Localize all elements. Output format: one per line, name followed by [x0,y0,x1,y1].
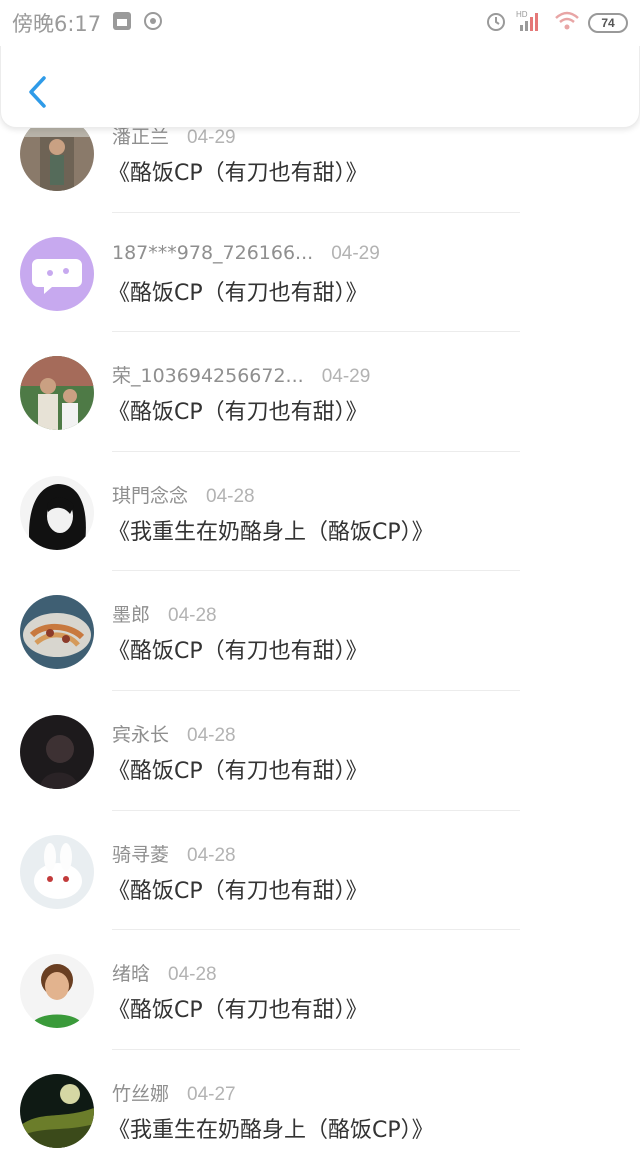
list-item[interactable]: 荣_103694256672... 04-29 《酪饭CP（有刀也有甜）》 [0,332,640,452]
alarm-icon [484,9,508,37]
photo-avatar-icon [20,954,94,1029]
commenter-name[interactable]: 宾永长 [112,720,169,747]
comment-date: 04-28 [187,724,236,746]
commenter-name[interactable]: 竹丝娜 [112,1079,169,1106]
back-button[interactable] [19,72,55,112]
network-label: HD [516,10,528,19]
story-title[interactable]: 《我重生在奶酪身上（酪饭CP）》 [108,514,434,546]
story-title[interactable]: 《酪饭CP（有刀也有甜）》 [108,155,368,187]
avatar[interactable] [20,834,94,909]
avatar[interactable] [20,595,94,670]
story-title[interactable]: 《酪饭CP（有刀也有甜）》 [108,992,368,1024]
sim-icon [111,10,133,36]
chevron-left-icon [29,76,46,108]
comment-date: 04-28 [168,964,217,986]
chat-bubble-icon [20,236,94,311]
list-item[interactable]: 187***978_726166... 04-29 《酪饭CP（有刀也有甜）》 [0,213,640,333]
comment-date: 04-28 [206,485,255,507]
battery-indicator: 74 [588,13,628,33]
photo-avatar-icon [20,356,94,431]
avatar[interactable] [20,954,94,1029]
avatar[interactable] [20,1073,94,1148]
commenter-name[interactable]: 墨郎 [112,600,150,627]
status-time: 傍晚6:17 [12,12,102,36]
list-item[interactable]: 宾永长 04-28 《酪饭CP（有刀也有甜）》 [0,691,640,811]
notification-icon [143,10,165,36]
header-bar [0,46,640,128]
list-item[interactable]: 墨郎 04-28 《酪饭CP（有刀也有甜）》 [0,571,640,691]
comment-date: 04-29 [331,242,380,264]
story-title[interactable]: 《我重生在奶酪身上（酪饭CP）》 [108,1112,434,1144]
avatar[interactable] [20,236,94,311]
comment-date: 04-27 [187,1083,236,1105]
rabbit-photo-icon [20,834,94,909]
comment-date: 04-29 [187,127,236,148]
photo-avatar-icon [20,595,94,670]
comment-date: 04-28 [187,844,236,866]
commenter-name[interactable]: 骑寻菱 [112,840,169,867]
commenter-name[interactable]: 荣_103694256672... [112,361,304,388]
avatar[interactable] [20,117,94,191]
story-title[interactable]: 《酪饭CP（有刀也有甜）》 [108,873,368,905]
avatar[interactable] [20,356,94,431]
avatar[interactable] [20,475,94,550]
comment-list: 潘正兰 04-29 《酪饭CP（有刀也有甜）》 187***978_726166.… [0,93,640,1169]
photo-avatar-icon [20,475,94,550]
list-item[interactable]: 绪晗 04-28 《酪饭CP（有刀也有甜）》 [0,930,640,1050]
list-item[interactable]: 琪門念念 04-28 《我重生在奶酪身上（酪饭CP）》 [0,452,640,572]
list-item[interactable]: 竹丝娜 04-27 《我重生在奶酪身上（酪饭CP）》 [0,1050,640,1169]
wifi-icon [554,10,580,36]
comment-date: 04-28 [168,605,217,627]
story-title[interactable]: 《酪饭CP（有刀也有甜）》 [108,753,368,785]
landscape-photo-icon [20,1073,94,1148]
list-item[interactable]: 骑寻菱 04-28 《酪饭CP（有刀也有甜）》 [0,811,640,931]
story-title[interactable]: 《酪饭CP（有刀也有甜）》 [108,633,368,665]
avatar[interactable] [20,714,94,789]
photo-avatar-icon [20,714,94,789]
commenter-name[interactable]: 187***978_726166... [112,242,313,264]
story-title[interactable]: 《酪饭CP（有刀也有甜）》 [108,275,368,307]
story-title[interactable]: 《酪饭CP（有刀也有甜）》 [108,394,368,426]
status-bar: 傍晚6:17 HD 74 [0,0,640,46]
comment-date: 04-29 [321,366,371,388]
photo-avatar-icon [20,117,94,191]
signal-icon: HD [516,9,546,37]
commenter-name[interactable]: 琪門念念 [112,481,188,508]
commenter-name[interactable]: 绪晗 [112,959,150,986]
